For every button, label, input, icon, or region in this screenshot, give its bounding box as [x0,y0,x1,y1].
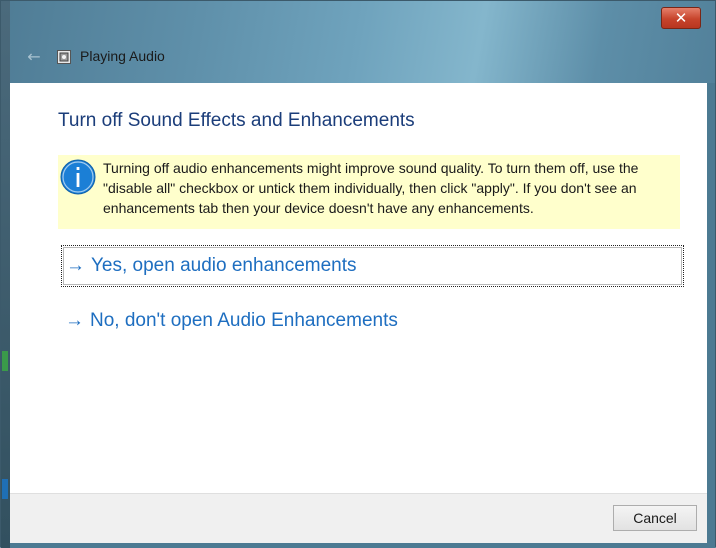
troubleshooter-window: ← Playing Audio ✕ Turn off Sound Effects… [0,0,716,548]
window-title: Playing Audio [80,48,165,64]
background-window-edge [1,1,10,548]
close-button[interactable]: ✕ [661,7,701,29]
back-arrow-icon[interactable]: ← [24,47,44,67]
info-message: Turning off audio enhancements might imp… [103,160,639,216]
cancel-button[interactable]: Cancel [613,505,697,531]
arrow-right-icon: → [66,255,85,276]
window-frame-bottom [10,543,707,548]
info-icon [60,159,96,195]
option-label: No, don't open Audio Enhancements [90,310,398,331]
audio-troubleshooter-icon [57,50,71,64]
title-bar: ← Playing Audio ✕ [10,1,707,83]
page-title: Turn off Sound Effects and Enhancements [58,110,415,131]
yes-open-enhancements-option[interactable]: → Yes, open audio enhancements [61,245,684,287]
arrow-right-icon: → [65,310,84,331]
background-edge-mark [2,351,8,371]
background-edge-mark [2,479,8,499]
no-open-enhancements-option[interactable]: → No, don't open Audio Enhancements [61,300,684,342]
info-box: Turning off audio enhancements might imp… [58,155,680,229]
option-label: Yes, open audio enhancements [91,255,357,276]
main-content: Turn off Sound Effects and Enhancements … [10,83,708,493]
close-icon: ✕ [674,9,688,27]
window-frame-right [707,83,715,548]
dialog-footer: Cancel [10,493,708,543]
